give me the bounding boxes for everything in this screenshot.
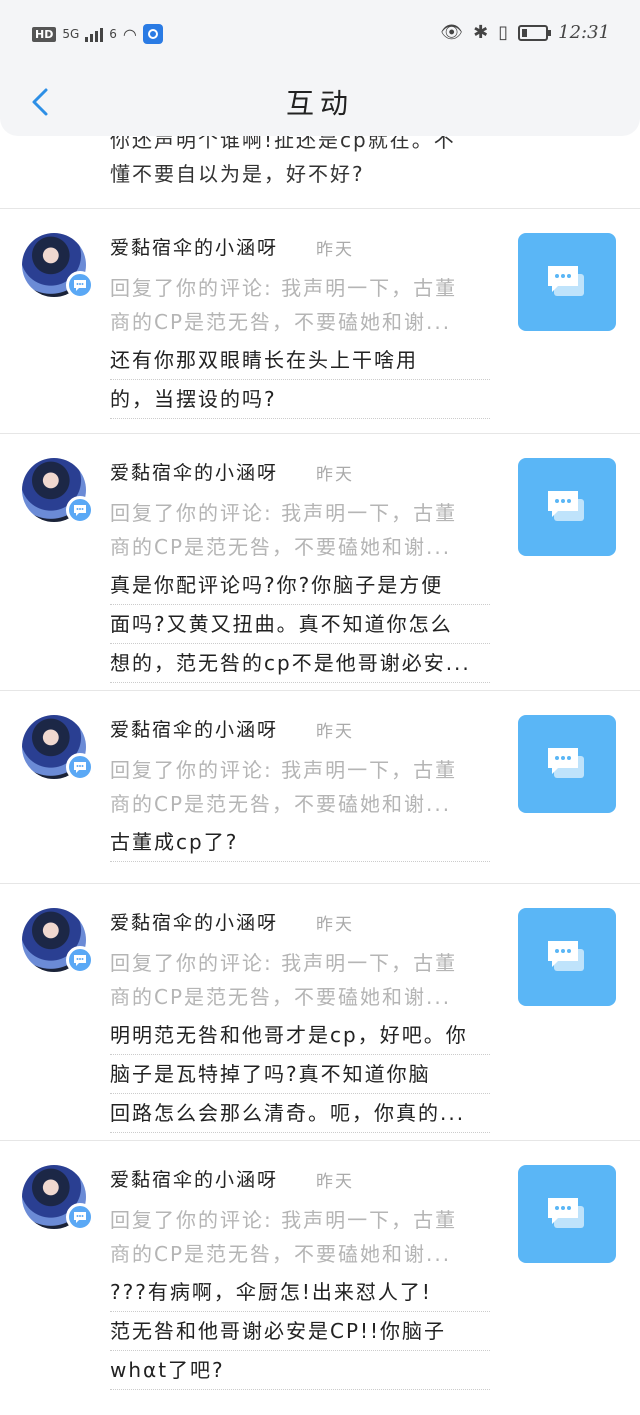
app-notification-icon [142, 24, 163, 44]
battery-icon [518, 24, 552, 41]
fragment-line-1: 你还声明个谁啊!扯还是cp就在。不 [110, 136, 456, 152]
avatar[interactable] [22, 458, 94, 524]
timestamp: 昨天 [316, 722, 354, 742]
comment-badge-icon [66, 271, 94, 299]
quote-line: 商的CP是范无咎，不要磕她和谢... [110, 985, 452, 1009]
quoted-comment: 回复了你的评论: 我声明一下，古董 商的CP是范无咎，不要磕她和谢... [110, 496, 480, 564]
quote-line: 回复了你的评论: 我声明一下，古董 [110, 951, 458, 975]
eye-icon: 👁 [440, 22, 464, 43]
quote-line: 回复了你的评论: 我声明一下，古董 [110, 1208, 458, 1232]
previous-comment-fragment: 你还声明个谁啊!扯还是cp就在。不 懂不要自以为是，好不好? [110, 136, 510, 208]
comment-line: 想的，范无咎的cp不是他哥谢必安... [110, 644, 490, 683]
username[interactable]: 爱黏宿伞的小涵呀 [110, 715, 278, 742]
status-right: 👁 ✱ ▯ 12:31 [440, 22, 610, 43]
list-item[interactable]: 爱黏宿伞的小涵呀 昨天 回复了你的评论: 我声明一下，古董 商的CP是范无咎，不… [0, 690, 640, 883]
avatar[interactable] [22, 908, 94, 974]
chat-bubbles-icon [548, 1198, 584, 1228]
signal-bars-icon [85, 26, 104, 42]
list-item[interactable]: 爱黏宿伞的小涵呀 昨天 回复了你的评论: 我声明一下，古董 商的CP是范无咎，不… [0, 208, 640, 433]
list-item[interactable]: 爱黏宿伞的小涵呀 昨天 回复了你的评论: 我声明一下，古董 商的CP是范无咎，不… [0, 1140, 640, 1397]
chat-bubbles-icon [548, 748, 584, 778]
status-time: 12:31 [558, 22, 610, 43]
reply-button[interactable] [518, 458, 616, 556]
comment-line: whαt了吧? [110, 1351, 490, 1390]
comment-text: 真是你配评论吗?你?你脑子是方便 面吗?又黄又扭曲。真不知道你怎么 想的，范无咎… [110, 566, 490, 683]
chat-bubbles-icon [548, 491, 584, 521]
interaction-list: 爱黏宿伞的小涵呀 昨天 回复了你的评论: 我声明一下，古董 商的CP是范无咎，不… [0, 208, 640, 1397]
quoted-comment: 回复了你的评论: 我声明一下，古董 商的CP是范无咎，不要磕她和谢... [110, 946, 480, 1014]
reply-button[interactable] [518, 233, 616, 331]
signal-label: 5G [62, 27, 80, 41]
quote-line: 商的CP是范无咎，不要磕她和谢... [110, 535, 452, 559]
header: 互动 [0, 70, 640, 136]
comment-line: 明明范无咎和他哥才是cp，好吧。你 [110, 1016, 490, 1055]
quote-line: 商的CP是范无咎，不要磕她和谢... [110, 792, 452, 816]
timestamp: 昨天 [316, 1172, 354, 1192]
quote-line: 回复了你的评论: 我声明一下，古董 [110, 758, 458, 782]
avatar[interactable] [22, 715, 94, 781]
reply-button[interactable] [518, 1165, 616, 1263]
quote-line: 回复了你的评论: 我声明一下，古董 [110, 501, 458, 525]
quote-line: 商的CP是范无咎，不要磕她和谢... [110, 310, 452, 334]
status-bar: HD 5G 6 ◠ 👁 ✱ ▯ 12:31 [0, 0, 640, 70]
quoted-comment: 回复了你的评论: 我声明一下，古董 商的CP是范无咎，不要磕她和谢... [110, 271, 480, 339]
reply-button[interactable] [518, 715, 616, 813]
status-left: HD 5G 6 ◠ [32, 24, 163, 44]
wifi-icon: ◠ [122, 24, 137, 44]
page-title: 互动 [285, 87, 354, 120]
username[interactable]: 爱黏宿伞的小涵呀 [110, 908, 278, 935]
chat-bubbles-icon [548, 941, 584, 971]
timestamp: 昨天 [316, 465, 354, 485]
chat-bubbles-icon [548, 266, 584, 296]
username[interactable]: 爱黏宿伞的小涵呀 [110, 233, 278, 260]
vibrate-icon: ▯ [498, 22, 509, 43]
comment-badge-icon [66, 496, 94, 524]
comment-line: 真是你配评论吗?你?你脑子是方便 [110, 566, 490, 605]
timestamp: 昨天 [316, 240, 354, 260]
username[interactable]: 爱黏宿伞的小涵呀 [110, 458, 278, 485]
fragment-line-2: 懂不要自以为是，好不好? [110, 162, 365, 186]
list-item[interactable]: 爱黏宿伞的小涵呀 昨天 回复了你的评论: 我声明一下，古董 商的CP是范无咎，不… [0, 433, 640, 690]
hd-badge: HD [32, 26, 57, 42]
comment-line: 古董成cp了? [110, 823, 490, 862]
username[interactable]: 爱黏宿伞的小涵呀 [110, 1165, 278, 1192]
avatar[interactable] [22, 233, 94, 299]
comment-line: 回路怎么会那么清奇。呃，你真的... [110, 1094, 490, 1133]
avatar[interactable] [22, 1165, 94, 1231]
comment-line: 脑子是瓦特掉了吗?真不知道你脑 [110, 1055, 490, 1094]
comment-line: ???有病啊，伞厨怎!出来怼人了! [110, 1273, 490, 1312]
reply-button[interactable] [518, 908, 616, 1006]
bluetooth-icon: ✱ [473, 22, 489, 43]
comment-text: 明明范无咎和他哥才是cp，好吧。你 脑子是瓦特掉了吗?真不知道你脑 回路怎么会那… [110, 1016, 490, 1133]
comment-line: 范无咎和他哥谢必安是CP!!你脑子 [110, 1312, 490, 1351]
comment-line: 面吗?又黄又扭曲。真不知道你怎么 [110, 605, 490, 644]
quote-line: 回复了你的评论: 我声明一下，古董 [110, 276, 458, 300]
comment-text: 古董成cp了? [110, 823, 490, 862]
comment-line: 的，当摆设的吗? [110, 380, 490, 419]
timestamp: 昨天 [316, 915, 354, 935]
comment-text: ???有病啊，伞厨怎!出来怼人了! 范无咎和他哥谢必安是CP!!你脑子 whαt… [110, 1273, 490, 1390]
quote-line: 商的CP是范无咎，不要磕她和谢... [110, 1242, 452, 1266]
list-item[interactable]: 爱黏宿伞的小涵呀 昨天 回复了你的评论: 我声明一下，古董 商的CP是范无咎，不… [0, 883, 640, 1140]
comment-badge-icon [66, 753, 94, 781]
comment-badge-icon [66, 1203, 94, 1231]
comment-text: 还有你那双眼睛长在头上干啥用 的，当摆设的吗? [110, 341, 490, 419]
quoted-comment: 回复了你的评论: 我声明一下，古董 商的CP是范无咎，不要磕她和谢... [110, 1203, 480, 1271]
wifi-label: 6 [109, 27, 117, 41]
comment-line: 还有你那双眼睛长在头上干啥用 [110, 341, 490, 380]
comment-badge-icon [66, 946, 94, 974]
quoted-comment: 回复了你的评论: 我声明一下，古董 商的CP是范无咎，不要磕她和谢... [110, 753, 480, 821]
